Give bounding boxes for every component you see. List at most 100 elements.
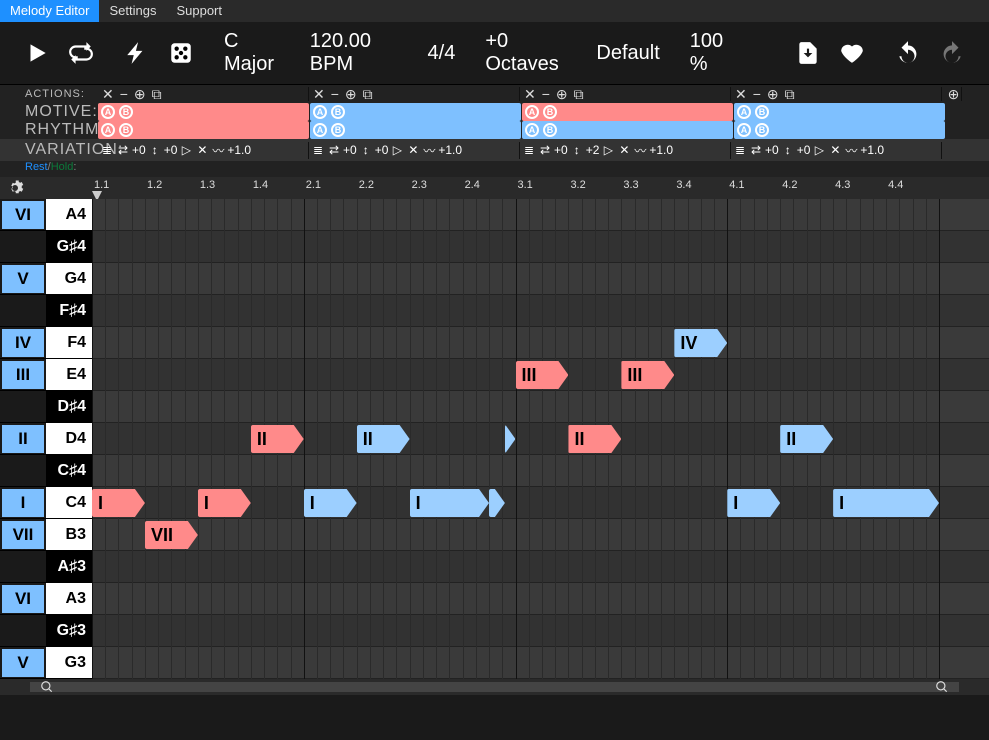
horizontal-scrollbar[interactable] xyxy=(0,679,989,695)
chip-a[interactable]: A xyxy=(101,123,115,137)
key-row-A4[interactable]: VIA4 xyxy=(0,199,92,231)
key-row-C4[interactable]: IC4 xyxy=(0,487,92,519)
note-block[interactable]: I xyxy=(410,489,489,517)
motive-segment-0[interactable]: AB xyxy=(98,103,309,121)
chip-b[interactable]: B xyxy=(543,123,557,137)
variation-segment-1[interactable]: ≣⇄+0 ↕+0 ▷✕〰+1.0 xyxy=(309,142,520,159)
duplicate-segment-icon[interactable]: ⧉ xyxy=(152,87,162,101)
chip-b[interactable]: B xyxy=(331,105,345,119)
note-block[interactable]: II xyxy=(568,425,621,453)
chip-b[interactable]: B xyxy=(119,123,133,137)
key-row-G3[interactable]: VG3 xyxy=(0,647,92,679)
timeline-ruler[interactable]: 1.11.21.31.42.12.22.32.43.13.23.33.44.14… xyxy=(92,177,989,199)
collapse-segment-icon[interactable]: − xyxy=(542,87,550,101)
delete-segment-icon[interactable]: ✕ xyxy=(735,87,747,101)
key-selector[interactable]: C Major xyxy=(224,30,280,76)
key-row-G♯3[interactable]: G♯3 xyxy=(0,615,92,647)
chip-a[interactable]: A xyxy=(313,123,327,137)
note-block[interactable]: II xyxy=(357,425,410,453)
key-row-F4[interactable]: IVF4 xyxy=(0,327,92,359)
chip-b[interactable]: B xyxy=(331,123,345,137)
play-icon[interactable] xyxy=(24,40,50,66)
delete-segment-icon[interactable]: ✕ xyxy=(313,87,325,101)
note-grid[interactable]: IVIIIIIIIIIIIIIIIIIIIIVII xyxy=(92,199,989,679)
rhythm-segment-2[interactable]: AB xyxy=(522,121,733,139)
bolt-icon[interactable] xyxy=(124,40,150,66)
rhythm-segment-1[interactable]: AB xyxy=(310,121,521,139)
key-row-B3[interactable]: VIIB3 xyxy=(0,519,92,551)
delete-segment-icon[interactable]: ✕ xyxy=(524,87,536,101)
chip-a[interactable]: A xyxy=(525,123,539,137)
note-block[interactable]: I xyxy=(198,489,251,517)
chip-a[interactable]: A xyxy=(737,105,751,119)
rhythm-segment-3[interactable]: AB xyxy=(734,121,945,139)
octave-selector[interactable]: +0 Octaves xyxy=(485,30,566,76)
chip-b[interactable]: B xyxy=(543,105,557,119)
motive-segment-1[interactable]: AB xyxy=(310,103,521,121)
add-segment-icon[interactable]: ⊕ xyxy=(556,87,568,101)
redo-icon[interactable] xyxy=(939,40,965,66)
chip-a[interactable]: A xyxy=(525,105,539,119)
variation-segment-3[interactable]: ≣⇄+0 ↕+0 ▷✕〰+1.0 xyxy=(731,142,942,159)
loop-icon[interactable] xyxy=(68,40,94,66)
undo-icon[interactable] xyxy=(895,40,921,66)
collapse-segment-icon[interactable]: − xyxy=(753,87,761,101)
note-block[interactable]: I xyxy=(727,489,780,517)
add-segment-icon[interactable]: ⊕ xyxy=(134,87,146,101)
export-icon[interactable] xyxy=(795,40,821,66)
add-segment-icon[interactable]: ⊕ xyxy=(345,87,357,101)
heart-icon[interactable] xyxy=(839,40,865,66)
tick-3.1: 3.1 xyxy=(518,179,533,191)
key-row-D4[interactable]: IID4 xyxy=(0,423,92,455)
duplicate-segment-icon[interactable]: ⧉ xyxy=(785,87,795,101)
note-block[interactable]: VII xyxy=(145,521,198,549)
motive-segment-3[interactable]: AB xyxy=(734,103,945,121)
bpm-selector[interactable]: 120.00 BPM xyxy=(310,30,398,76)
degree-III: III xyxy=(2,361,44,389)
duplicate-segment-icon[interactable]: ⧉ xyxy=(363,87,373,101)
key-row-D♯4[interactable]: D♯4 xyxy=(0,391,92,423)
chip-a[interactable]: A xyxy=(101,105,115,119)
collapse-segment-icon[interactable]: − xyxy=(120,87,128,101)
zoom-value[interactable]: 100 % xyxy=(690,30,735,76)
note-block[interactable]: III xyxy=(621,361,674,389)
delete-segment-icon[interactable]: ✕ xyxy=(102,87,114,101)
rhythm-segment-0[interactable]: AB xyxy=(98,121,309,139)
preset-selector[interactable]: Default xyxy=(596,42,659,65)
note-block[interactable]: I xyxy=(833,489,939,517)
add-segment-icon[interactable]: ⊕ xyxy=(948,87,960,101)
menu-support[interactable]: Support xyxy=(166,0,232,22)
zoom-out-icon[interactable] xyxy=(40,680,54,694)
settings-icon[interactable] xyxy=(6,179,24,197)
key-row-G4[interactable]: VG4 xyxy=(0,263,92,295)
note-block[interactable]: I xyxy=(92,489,145,517)
note-block[interactable]: III xyxy=(516,361,569,389)
variation-segment-0[interactable]: ≣⇄+0 ↕+0 ▷✕〰+1.0 xyxy=(98,142,309,159)
key-row-C♯4[interactable]: C♯4 xyxy=(0,455,92,487)
key-row-E4[interactable]: IIIE4 xyxy=(0,359,92,391)
variation-segment-2[interactable]: ≣⇄+0 ↕+2 ▷✕〰+1.0 xyxy=(520,142,731,159)
duplicate-segment-icon[interactable]: ⧉ xyxy=(574,87,584,101)
collapse-segment-icon[interactable]: − xyxy=(331,87,339,101)
zoom-in-icon[interactable] xyxy=(935,680,949,694)
chip-b[interactable]: B xyxy=(119,105,133,119)
chip-b[interactable]: B xyxy=(755,105,769,119)
key-row-A♯3[interactable]: A♯3 xyxy=(0,551,92,583)
menu-settings[interactable]: Settings xyxy=(99,0,166,22)
chip-a[interactable]: A xyxy=(737,123,751,137)
key-row-F♯4[interactable]: F♯4 xyxy=(0,295,92,327)
add-segment-icon[interactable]: ⊕ xyxy=(767,87,779,101)
chip-a[interactable]: A xyxy=(313,105,327,119)
menu-melody-editor[interactable]: Melody Editor xyxy=(0,0,99,22)
key-row-A3[interactable]: VIA3 xyxy=(0,583,92,615)
chip-b[interactable]: B xyxy=(755,123,769,137)
note-block[interactable]: II xyxy=(251,425,304,453)
dice-icon[interactable] xyxy=(168,40,194,66)
note-block[interactable]: IV xyxy=(674,329,727,357)
timesig-selector[interactable]: 4/4 xyxy=(428,42,456,65)
key-row-G♯4[interactable]: G♯4 xyxy=(0,231,92,263)
note-block[interactable]: I xyxy=(304,489,357,517)
motive-segment-2[interactable]: AB xyxy=(522,103,733,121)
scrollbar-track[interactable] xyxy=(30,682,959,692)
note-block[interactable]: II xyxy=(780,425,833,453)
